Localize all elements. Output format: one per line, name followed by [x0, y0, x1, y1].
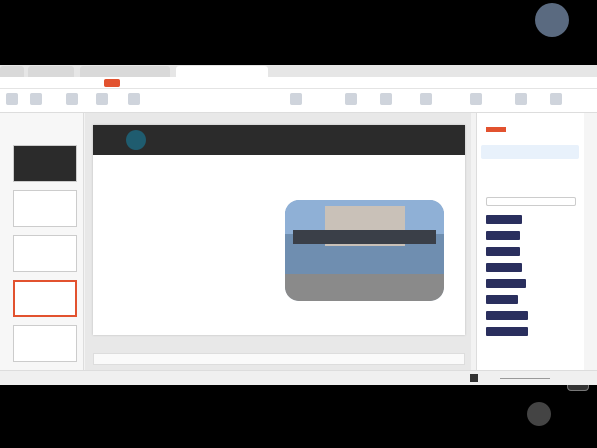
presenter-avatar [535, 3, 569, 37]
slide-thumbnail-4-selected[interactable] [13, 280, 77, 317]
school-gate-photo [285, 200, 444, 301]
microphone-icon[interactable] [527, 402, 551, 426]
status-bar [0, 370, 597, 385]
ribbon-toolbar [0, 89, 597, 113]
speaker-notes-area[interactable] [93, 353, 465, 365]
slide-thumbnail-2[interactable] [13, 190, 77, 227]
section-number-badge [126, 130, 146, 150]
font-sample-8[interactable] [486, 327, 528, 336]
current-slide[interactable] [93, 125, 465, 335]
tab-document-2[interactable] [28, 66, 74, 77]
slide-thumbnail-5[interactable] [13, 325, 77, 362]
photo-ground [285, 274, 444, 301]
zoom-slider[interactable] [500, 378, 550, 379]
ribbon-button-2[interactable] [30, 93, 42, 105]
panel-notice-bar [481, 145, 579, 159]
wps-presentation-window [0, 65, 597, 385]
font-style-side-panel [476, 113, 584, 370]
panel-tab-active[interactable] [486, 127, 506, 132]
slide-title-bar [93, 125, 465, 155]
ribbon-button-5[interactable] [128, 93, 140, 105]
tab-bar [0, 65, 597, 77]
presenter-name [517, 46, 591, 55]
font-sample-7[interactable] [486, 311, 528, 320]
font-sample-6[interactable] [486, 295, 518, 304]
right-tool-strip [584, 113, 597, 370]
font-sample-2[interactable] [486, 231, 520, 240]
font-search-input[interactable] [486, 197, 576, 206]
tab-document-active[interactable] [176, 66, 268, 77]
tab-home[interactable] [0, 66, 24, 77]
ribbon-button-11[interactable] [515, 93, 527, 105]
slide-thumbnail-3[interactable] [13, 235, 77, 272]
ribbon-button-8[interactable] [380, 93, 392, 105]
font-sample-4[interactable] [486, 263, 522, 272]
menu-bar [0, 77, 597, 89]
ribbon-button-3[interactable] [66, 93, 78, 105]
menu-start-highlight[interactable] [104, 79, 120, 87]
slide-thumbnail-1[interactable] [13, 145, 77, 182]
slide-thumbnail-panel [0, 113, 84, 370]
font-sample-3[interactable] [486, 247, 520, 256]
font-sample-1[interactable] [486, 215, 522, 224]
slide-body-text [113, 170, 273, 320]
ribbon-button-7[interactable] [345, 93, 357, 105]
font-sample-5[interactable] [486, 279, 526, 288]
photo-gate [293, 230, 436, 244]
slideshow-play-icon[interactable] [470, 374, 478, 382]
ribbon-button-1[interactable] [6, 93, 18, 105]
ribbon-button-6[interactable] [290, 93, 302, 105]
ribbon-button-4[interactable] [96, 93, 108, 105]
ribbon-button-9[interactable] [420, 93, 432, 105]
ribbon-button-10[interactable] [470, 93, 482, 105]
ribbon-button-12[interactable] [550, 93, 562, 105]
slide-editing-area [85, 113, 471, 370]
tab-document-3[interactable] [80, 66, 170, 77]
